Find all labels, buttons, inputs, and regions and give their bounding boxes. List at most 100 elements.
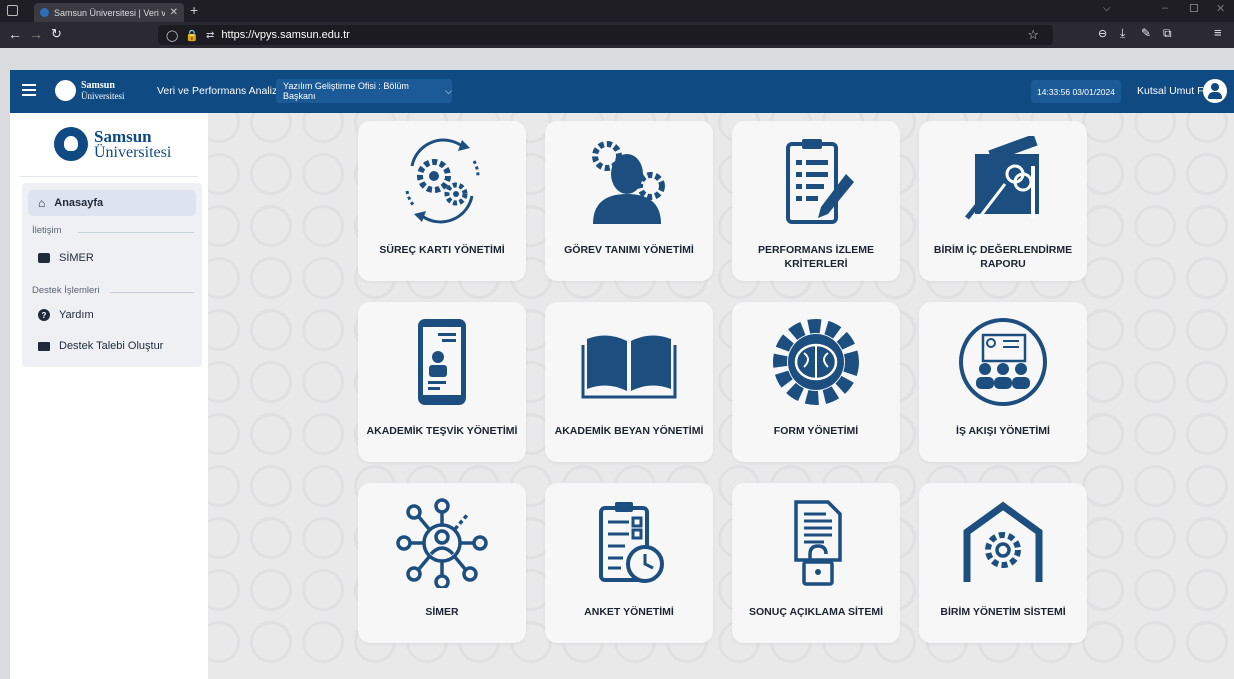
sidebar-logo-icon[interactable] bbox=[54, 127, 88, 161]
background-ring bbox=[302, 153, 344, 195]
background-ring bbox=[1186, 257, 1228, 299]
minimize-icon[interactable]: – bbox=[1162, 2, 1168, 14]
sidebar-item-help-label: Yardım bbox=[59, 309, 94, 321]
background-ring bbox=[1082, 413, 1124, 455]
forward-icon[interactable]: → bbox=[29, 26, 43, 42]
background-ring bbox=[208, 413, 240, 455]
background-ring bbox=[302, 205, 344, 247]
card-label: ANKET YÖNETİMİ bbox=[584, 606, 674, 618]
card-survey[interactable]: ANKET YÖNETİMİ bbox=[545, 483, 713, 643]
extensions-icon[interactable]: ⧉ bbox=[1163, 26, 1172, 41]
background-ring bbox=[302, 113, 344, 143]
background-ring bbox=[302, 257, 344, 299]
section-label-contact: İletişim bbox=[32, 225, 62, 236]
card-process[interactable]: SÜREÇ KARTI YÖNETİMİ bbox=[358, 121, 526, 281]
chevron-down-icon: ⌵ bbox=[445, 85, 452, 96]
background-ring bbox=[250, 113, 292, 143]
card-label: SÜREÇ KARTI YÖNETİMİ bbox=[379, 244, 505, 256]
tabs-dropdown-icon[interactable]: ⌵ bbox=[1103, 3, 1111, 14]
process-gears-icon bbox=[358, 131, 526, 231]
network-person-icon bbox=[358, 493, 526, 593]
unit-role-select[interactable]: Yazılım Geliştirme Ofisi : Bölüm Başkanı… bbox=[276, 79, 452, 103]
lock-icon: 🔒 bbox=[185, 29, 200, 42]
team-presentation-icon bbox=[919, 312, 1087, 412]
document-lock-icon bbox=[732, 493, 900, 593]
background-ring bbox=[1186, 621, 1228, 663]
card-results[interactable]: SONUÇ AÇIKLAMA SİTEMİ bbox=[732, 483, 900, 643]
tab-close-icon[interactable]: ✕ bbox=[170, 7, 178, 18]
background-ring bbox=[1082, 621, 1124, 663]
card-unit-management[interactable]: BİRİM YÖNETİM SİSTEMİ bbox=[919, 483, 1087, 643]
card-academic-incentive[interactable]: AKADEMİK TEŞVİK YÖNETİMİ bbox=[358, 302, 526, 462]
card-simer[interactable]: SİMER bbox=[358, 483, 526, 643]
download-icon[interactable]: ⤓ bbox=[1120, 26, 1125, 41]
sidebar-item-home[interactable]: ⌂ Anasayfa bbox=[28, 190, 196, 216]
clipboard-pencil-icon bbox=[732, 131, 900, 231]
menu-icon[interactable]: ≡ bbox=[1214, 25, 1222, 40]
section-divider bbox=[110, 292, 194, 293]
drafting-tools-icon bbox=[919, 131, 1087, 231]
background-ring bbox=[1186, 361, 1228, 403]
tab-title: Samsun Üniversitesi | Veri ve Pe bbox=[54, 7, 165, 18]
maximize-icon[interactable] bbox=[1190, 4, 1198, 12]
background-ring bbox=[1134, 621, 1176, 663]
background-ring bbox=[208, 205, 240, 247]
browser-tab-bar: Samsun Üniversitesi | Veri ve Pe ✕ + ⌵ –… bbox=[0, 0, 1234, 22]
bookmark-star-icon[interactable]: ☆ bbox=[1027, 27, 1039, 43]
background-ring bbox=[1082, 153, 1124, 195]
card-job-description[interactable]: GÖREV TANIMI YÖNETİMİ bbox=[545, 121, 713, 281]
reload-icon[interactable]: ↻ bbox=[51, 26, 62, 42]
background-ring bbox=[208, 361, 240, 403]
background-ring bbox=[1134, 153, 1176, 195]
sidebar-item-support-label: Destek Talebi Oluştur bbox=[59, 340, 164, 352]
user-avatar-icon[interactable] bbox=[1203, 79, 1227, 103]
browser-tab[interactable]: Samsun Üniversitesi | Veri ve Pe ✕ bbox=[34, 3, 184, 22]
sidebar: Samsun Üniversitesi ⌂ Anasayfa İletişim … bbox=[10, 113, 208, 679]
background-ring bbox=[1082, 569, 1124, 611]
background-ring bbox=[1082, 309, 1124, 351]
card-performance[interactable]: PERFORMANS İZLEME KRİTERLERİ bbox=[732, 121, 900, 281]
background-ring bbox=[1134, 465, 1176, 507]
background-ring bbox=[208, 465, 240, 507]
background-ring bbox=[208, 621, 240, 663]
tab-list-icon[interactable] bbox=[7, 5, 18, 16]
header-logo-line1: Samsun bbox=[81, 80, 115, 91]
page-top-gap bbox=[0, 48, 1234, 70]
section-label-support: Destek İşlemleri bbox=[32, 285, 100, 296]
back-icon[interactable]: ← bbox=[8, 26, 22, 42]
background-ring bbox=[1082, 113, 1124, 143]
card-workflow[interactable]: İŞ AKIŞI YÖNETİMİ bbox=[919, 302, 1087, 462]
address-bar[interactable]: ◯ 🔒 ⇄ https://vpys.samsun.edu.tr ☆ bbox=[158, 25, 1053, 45]
new-tab-button[interactable]: + bbox=[190, 2, 198, 18]
card-label: GÖREV TANIMI YÖNETİMİ bbox=[564, 244, 694, 256]
close-window-icon[interactable]: ✕ bbox=[1216, 2, 1225, 15]
open-book-icon bbox=[545, 312, 713, 412]
background-ring bbox=[208, 309, 240, 351]
pocket-icon[interactable]: ⊖ bbox=[1098, 27, 1107, 40]
section-divider bbox=[78, 232, 194, 233]
background-ring bbox=[250, 621, 292, 663]
background-ring bbox=[1134, 113, 1176, 143]
sidebar-item-simer[interactable]: SİMER bbox=[28, 245, 196, 271]
card-label: BİRİM YÖNETİM SİSTEMİ bbox=[940, 606, 1066, 618]
card-academic-declaration[interactable]: AKADEMİK BEYAN YÖNETİMİ bbox=[545, 302, 713, 462]
university-logo-icon[interactable] bbox=[55, 80, 76, 101]
background-ring bbox=[208, 517, 240, 559]
background-ring bbox=[1134, 205, 1176, 247]
card-unit-report[interactable]: BİRİM İÇ DEĞERLENDİRME RAPORU bbox=[919, 121, 1087, 281]
background-ring bbox=[250, 361, 292, 403]
person-gears-icon bbox=[545, 131, 713, 231]
brain-gear-icon bbox=[732, 312, 900, 412]
sidebar-item-help[interactable]: ? Yardım bbox=[28, 302, 196, 328]
background-ring bbox=[1134, 569, 1176, 611]
background-ring bbox=[1082, 205, 1124, 247]
card-label: SİMER bbox=[425, 606, 459, 618]
card-form[interactable]: FORM YÖNETİMİ bbox=[732, 302, 900, 462]
background-ring bbox=[250, 465, 292, 507]
background-ring bbox=[1134, 517, 1176, 559]
hamburger-menu-icon[interactable] bbox=[22, 82, 36, 96]
background-ring bbox=[1186, 465, 1228, 507]
wrench-icon[interactable]: ✎ bbox=[1141, 26, 1151, 40]
app-title[interactable]: Veri ve Performans Analizi bbox=[157, 85, 280, 97]
sidebar-item-support-request[interactable]: Destek Talebi Oluştur bbox=[28, 333, 196, 359]
